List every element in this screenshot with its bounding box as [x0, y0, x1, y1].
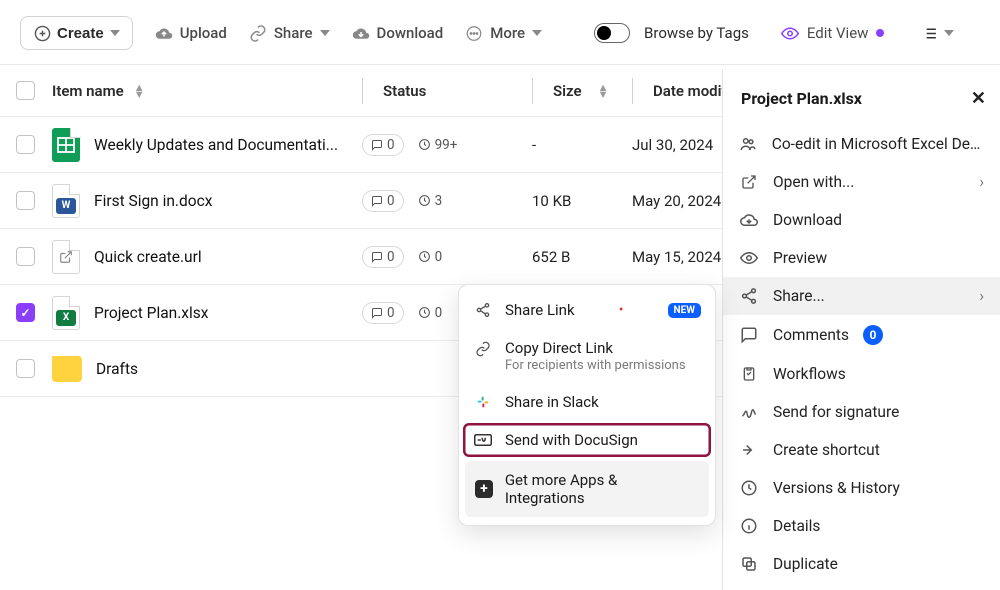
comment-icon [739, 326, 759, 344]
file-name: Weekly Updates and Documentati... [94, 136, 338, 154]
share-button[interactable]: Share [249, 24, 330, 42]
link-icon [473, 341, 493, 357]
version-chip[interactable]: 0 [418, 247, 443, 267]
file-size: - [532, 136, 632, 154]
cloud-upload-icon [155, 24, 173, 42]
row-checkbox[interactable] [16, 247, 35, 266]
copy-icon [739, 555, 759, 573]
comment-chip[interactable]: 0 [362, 246, 404, 268]
shortcut-icon [739, 441, 759, 459]
clock-icon [739, 479, 759, 497]
folder-icon [52, 356, 82, 382]
file-name: Quick create.url [94, 248, 202, 266]
select-all-checkbox[interactable] [16, 81, 35, 100]
view-mode-button[interactable] [920, 24, 954, 42]
column-size[interactable]: Size ▲▼ [532, 78, 632, 104]
panel-item-preview[interactable]: Preview [723, 239, 1000, 277]
signature-icon [739, 403, 759, 421]
share-submenu: Share Link • NEW Copy Direct Link For re… [458, 284, 716, 526]
link-icon [249, 24, 267, 42]
more-horizontal-icon [465, 24, 483, 42]
context-panel: Project Plan.xlsx ✕ Co-edit in Microsoft… [722, 70, 1000, 590]
submenu-share-link[interactable]: Share Link • NEW [459, 291, 715, 329]
version-chip[interactable]: 3 [418, 191, 443, 211]
browse-by-tags-toggle[interactable]: Browse by Tags [594, 23, 749, 43]
panel-title: Project Plan.xlsx [741, 89, 862, 108]
file-size: 10 KB [532, 192, 632, 210]
upload-button[interactable]: Upload [155, 24, 227, 42]
more-button[interactable]: More [465, 24, 542, 42]
excel-file-icon: X [52, 296, 80, 330]
chevron-down-icon [944, 30, 954, 36]
edit-view-button[interactable]: Edit View [781, 24, 885, 42]
column-item-name[interactable]: Item name ▲▼ [52, 82, 362, 100]
file-size: 652 B [532, 248, 632, 266]
list-icon [920, 24, 938, 42]
comment-chip[interactable]: 0 [362, 190, 404, 212]
chevron-down-icon [320, 30, 330, 36]
file-name: First Sign in.docx [94, 192, 212, 210]
download-button[interactable]: Download [352, 24, 444, 42]
panel-item-duplicate[interactable]: Duplicate [723, 545, 1000, 583]
panel-item-versions[interactable]: Versions & History [723, 469, 1000, 507]
chevron-right-icon: › [979, 173, 984, 191]
chevron-down-icon [532, 30, 542, 36]
panel-item-workflows[interactable]: Workflows [723, 355, 1000, 393]
external-link-icon [739, 174, 759, 190]
row-checkbox[interactable] [16, 191, 35, 210]
chevron-down-icon [110, 30, 120, 36]
sort-icon: ▲▼ [598, 84, 609, 98]
file-name: Project Plan.xlsx [94, 304, 208, 322]
submenu-send-docusign[interactable]: Send with DocuSign [463, 423, 711, 457]
comment-count-badge: 0 [863, 325, 883, 345]
panel-item-coedit[interactable]: Co-edit in Microsoft Excel Desk... [723, 125, 1000, 163]
close-icon[interactable]: ✕ [971, 88, 986, 109]
row-checkbox[interactable]: ✓ [16, 303, 35, 322]
cloud-download-icon [352, 24, 370, 42]
panel-item-share[interactable]: Share... › [723, 277, 1000, 315]
share-icon [739, 287, 759, 305]
clipboard-icon [739, 365, 759, 383]
new-indicator-dot: • [619, 302, 624, 318]
toolbar: Create Upload Share Download More Browse… [0, 0, 1000, 65]
unsaved-dot-icon [876, 29, 884, 37]
info-icon [739, 517, 759, 535]
url-file-icon [52, 240, 80, 274]
google-sheets-icon [52, 128, 80, 162]
new-badge: NEW [668, 303, 701, 318]
create-button[interactable]: Create [20, 16, 133, 50]
row-checkbox[interactable] [16, 359, 35, 378]
docusign-icon [473, 433, 493, 447]
panel-item-comments[interactable]: Comments 0 [723, 315, 1000, 355]
cloud-download-icon [739, 211, 759, 229]
comment-chip[interactable]: 0 [362, 134, 404, 156]
chevron-right-icon: › [979, 287, 984, 305]
sort-icon: ▲▼ [134, 84, 145, 98]
create-label: Create [57, 25, 104, 42]
version-chip[interactable]: 99+ [418, 135, 458, 155]
submenu-get-more-apps[interactable]: + Get more Apps & Integrations [465, 461, 709, 517]
share-icon [473, 302, 493, 318]
plus-circle-icon [33, 24, 51, 42]
panel-item-signature[interactable]: Send for signature [723, 393, 1000, 431]
file-name: Drafts [96, 360, 138, 378]
panel-item-open-with[interactable]: Open with... › [723, 163, 1000, 201]
submenu-copy-direct-link[interactable]: Copy Direct Link For recipients with per… [459, 329, 715, 383]
column-status[interactable]: Status [362, 78, 532, 104]
panel-item-download[interactable]: Download [723, 201, 1000, 239]
eye-icon [739, 249, 759, 267]
toggle-track [594, 23, 630, 43]
plus-square-icon: + [475, 480, 493, 498]
row-checkbox[interactable] [16, 135, 35, 154]
version-chip[interactable]: 0 [418, 303, 443, 323]
panel-item-shortcut[interactable]: Create shortcut [723, 431, 1000, 469]
people-icon [739, 135, 758, 153]
comment-chip[interactable]: 0 [362, 302, 404, 324]
panel-item-details[interactable]: Details [723, 507, 1000, 545]
word-doc-icon: W [52, 184, 80, 218]
eye-icon [781, 24, 799, 42]
submenu-share-slack[interactable]: Share in Slack [459, 383, 715, 421]
slack-icon [473, 394, 493, 410]
